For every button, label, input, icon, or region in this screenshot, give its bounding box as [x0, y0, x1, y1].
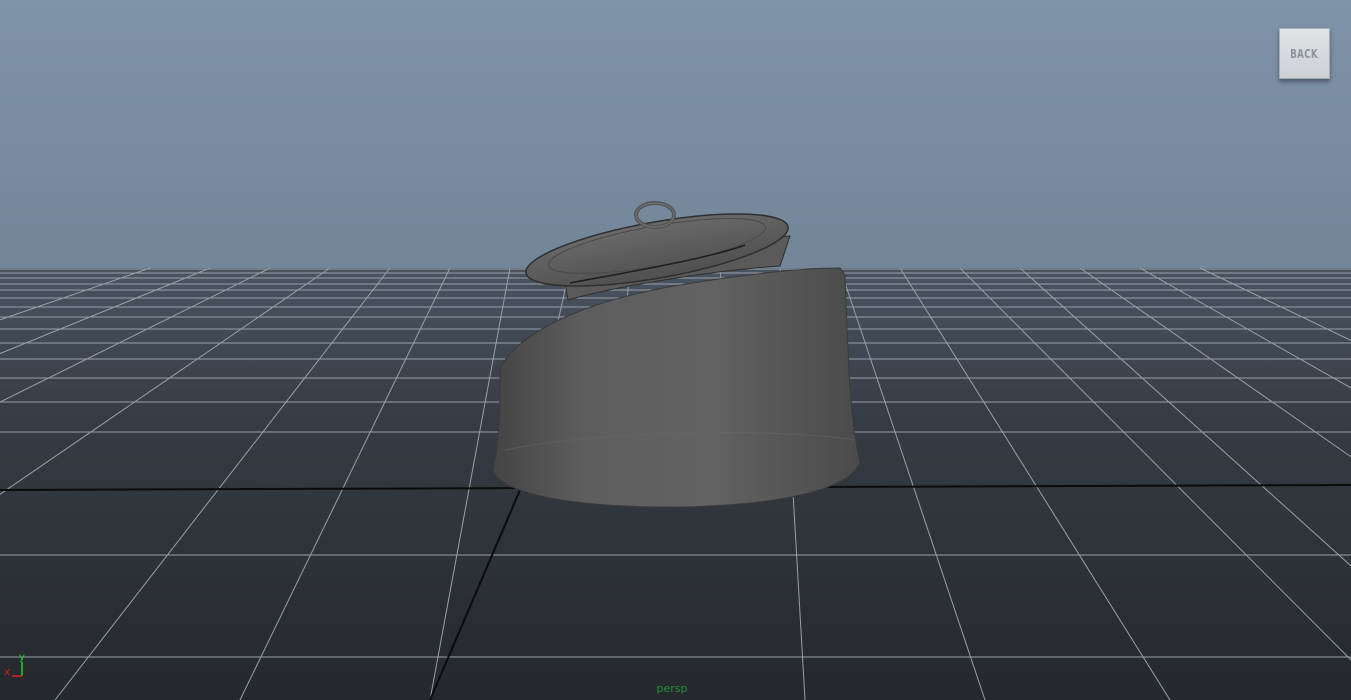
- view-cube-back-button[interactable]: BACK: [1279, 28, 1330, 79]
- camera-name-label: persp: [656, 682, 688, 695]
- view-cube-label: BACK: [1290, 46, 1319, 61]
- axis-gizmo-x-label: x: [4, 667, 10, 678]
- axis-gizmo-y-label: y: [19, 652, 25, 663]
- scene-canvas[interactable]: y x: [0, 0, 1351, 700]
- perspective-viewport[interactable]: y x BACK persp: [0, 0, 1351, 700]
